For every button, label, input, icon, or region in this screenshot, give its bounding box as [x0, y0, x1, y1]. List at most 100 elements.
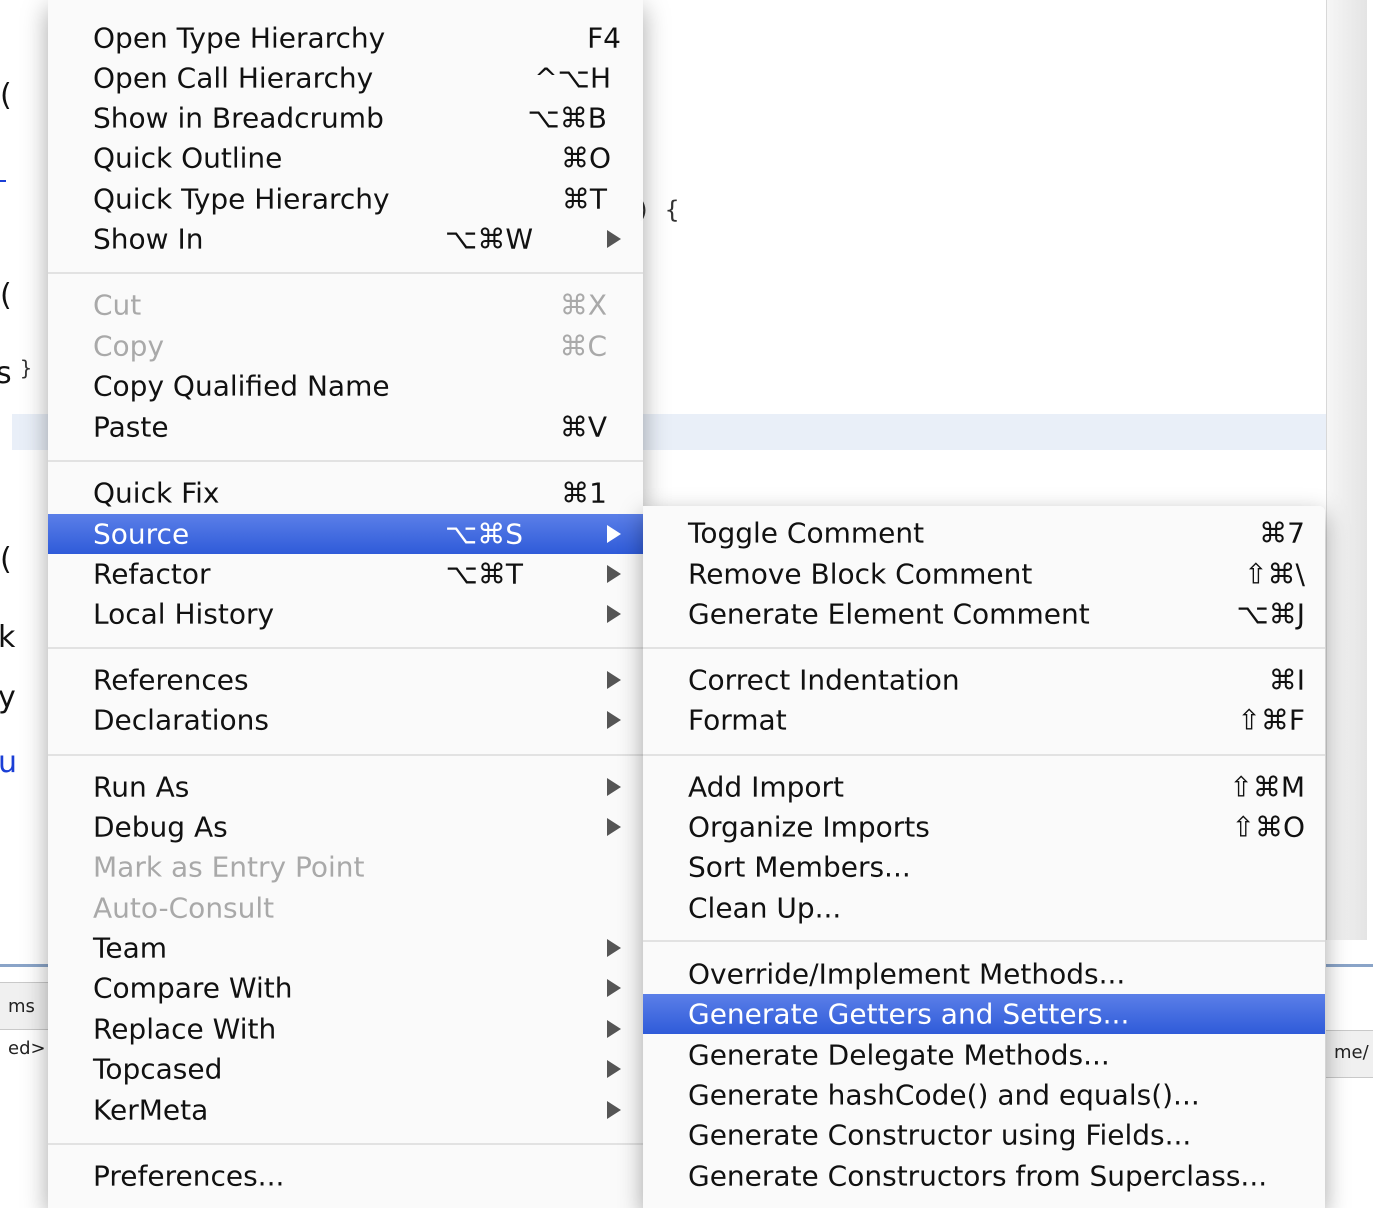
menu-item-copy[interactable]: Copy ⌘C — [48, 326, 643, 366]
panel-divider — [1326, 964, 1373, 967]
submenu-item-generate-hashcode-equals[interactable]: Generate hashCode() and equals()... — [643, 1075, 1325, 1115]
menu-item-label: Show in Breadcrumb — [93, 101, 384, 135]
link-underline — [0, 180, 6, 182]
menu-item-show-in[interactable]: Show In ⌥⌘W — [48, 219, 643, 259]
menu-item-label: Cut — [93, 288, 142, 322]
submenu-item-sort-members[interactable]: Sort Members... — [643, 847, 1325, 887]
menu-item-label: Auto-Consult — [93, 891, 275, 925]
menu-item-refactor[interactable]: Refactor ⌥⌘T — [48, 554, 643, 594]
menu-item-cut[interactable]: Cut ⌘X — [48, 285, 643, 325]
menu-item-auto-consult[interactable]: Auto-Consult — [48, 888, 643, 928]
menu-item-label: Local History — [93, 597, 275, 631]
menu-item-label: Clean Up... — [688, 891, 842, 925]
submenu-item-organize-imports[interactable]: Organize Imports ⇧⌘O — [643, 807, 1325, 847]
menu-item-shortcut: ⌘1 — [561, 476, 607, 510]
menu-item-replace-with[interactable]: Replace With — [48, 1009, 643, 1049]
menu-item-show-in-breadcrumb[interactable]: Show in Breadcrumb ⌥⌘B — [48, 98, 643, 138]
menu-item-open-type-hierarchy[interactable]: Open Type Hierarchy F4 — [48, 18, 643, 58]
menu-item-shortcut: ⌥⌘W — [445, 222, 533, 256]
submenu-item-generate-delegate-methods[interactable]: Generate Delegate Methods... — [643, 1035, 1325, 1075]
submenu-item-generate-element-comment[interactable]: Generate Element Comment ⌥⌘J — [643, 594, 1325, 634]
menu-item-declarations[interactable]: Declarations — [48, 700, 643, 740]
menu-item-open-call-hierarchy[interactable]: Open Call Hierarchy ^⌥H — [48, 58, 643, 98]
submenu-item-override-implement-methods[interactable]: Override/Implement Methods... — [643, 954, 1325, 994]
submenu-arrow-icon — [607, 711, 621, 729]
menu-item-shortcut: ⇧⌘O — [1231, 810, 1306, 844]
submenu-item-toggle-comment[interactable]: Toggle Comment ⌘7 — [643, 513, 1325, 553]
menu-item-shortcut: ⌥⌘J — [1236, 597, 1305, 631]
tab-label[interactable]: ms — [8, 996, 35, 1017]
editor-scroll-edge — [1326, 0, 1367, 940]
menu-item-local-history[interactable]: Local History — [48, 594, 643, 634]
menu-item-shortcut: ⇧⌘\ — [1244, 557, 1305, 591]
menu-item-label: Open Type Hierarchy — [93, 21, 386, 55]
menu-item-shortcut: ⇧⌘F — [1237, 703, 1305, 737]
menu-separator — [643, 754, 1325, 756]
menu-item-label: Correct Indentation — [688, 663, 960, 697]
menu-item-quick-fix[interactable]: Quick Fix ⌘1 — [48, 473, 643, 513]
menu-item-shortcut: F4 — [587, 21, 621, 55]
submenu-item-clean-up[interactable]: Clean Up... — [643, 888, 1325, 928]
submenu-item-generate-constructor-fields[interactable]: Generate Constructor using Fields... — [643, 1115, 1325, 1155]
menu-item-topcased[interactable]: Topcased — [48, 1049, 643, 1089]
menu-item-label: Override/Implement Methods... — [688, 957, 1126, 991]
menu-item-label: Generate Constructors from Superclass... — [688, 1159, 1268, 1193]
menu-item-label: References — [93, 663, 249, 697]
menu-separator — [643, 647, 1325, 649]
menu-item-quick-type-hierarchy[interactable]: Quick Type Hierarchy ⌘T — [48, 179, 643, 219]
menu-item-label: Declarations — [93, 703, 270, 737]
menu-item-label: Paste — [93, 410, 169, 444]
menu-item-shortcut: ⌘C — [559, 329, 607, 363]
menu-item-label: Run As — [93, 770, 190, 804]
menu-item-compare-with[interactable]: Compare With — [48, 968, 643, 1008]
menu-item-label: Remove Block Comment — [688, 557, 1033, 591]
submenu-item-add-import[interactable]: Add Import ⇧⌘M — [643, 767, 1325, 807]
text-fragment: ( — [0, 278, 12, 313]
menu-item-copy-qualified-name[interactable]: Copy Qualified Name — [48, 366, 643, 406]
menu-item-shortcut: ⌘X — [559, 288, 607, 322]
tab-label[interactable]: ed> — [8, 1038, 46, 1059]
menu-item-mark-as-entry-point[interactable]: Mark as Entry Point — [48, 847, 643, 887]
menu-item-team[interactable]: Team — [48, 928, 643, 968]
menu-item-label: Source — [93, 517, 190, 551]
submenu-item-format[interactable]: Format ⇧⌘F — [643, 700, 1325, 740]
menu-item-preferences[interactable]: Preferences... — [48, 1156, 643, 1196]
submenu-item-generate-constructors-superclass[interactable]: Generate Constructors from Superclass... — [643, 1156, 1325, 1196]
tab-label[interactable]: me/ — [1334, 1042, 1369, 1063]
submenu-item-correct-indentation[interactable]: Correct Indentation ⌘I — [643, 660, 1325, 700]
menu-item-label: KerMeta — [93, 1093, 209, 1127]
text-fragment: ( — [0, 78, 12, 113]
menu-item-quick-outline[interactable]: Quick Outline ⌘O — [48, 138, 643, 178]
submenu-arrow-icon — [607, 979, 621, 997]
menu-item-shortcut: ⌥⌘B — [527, 101, 607, 135]
menu-item-shortcut: ⌘I — [1268, 663, 1305, 697]
menu-item-label: Copy — [93, 329, 165, 363]
submenu-item-remove-block-comment[interactable]: Remove Block Comment ⇧⌘\ — [643, 554, 1325, 594]
menu-item-paste[interactable]: Paste ⌘V — [48, 407, 643, 447]
menu-item-label: Compare With — [93, 971, 293, 1005]
menu-separator — [48, 272, 643, 274]
menu-separator — [48, 754, 643, 756]
menu-item-run-as[interactable]: Run As — [48, 767, 643, 807]
submenu-arrow-icon — [607, 565, 621, 583]
menu-item-shortcut: ⌘O — [560, 141, 611, 175]
code-fragment-close: } — [20, 356, 33, 380]
submenu-arrow-icon — [607, 778, 621, 796]
menu-item-label: Open Call Hierarchy — [93, 61, 374, 95]
menu-separator — [48, 1143, 643, 1145]
menu-item-label: Generate Delegate Methods... — [688, 1038, 1110, 1072]
submenu-arrow-icon — [607, 1101, 621, 1119]
menu-item-label: Quick Type Hierarchy — [93, 182, 390, 216]
link-fragment[interactable]: u — [0, 745, 17, 780]
menu-item-references[interactable]: References — [48, 660, 643, 700]
submenu-item-generate-getters-setters[interactable]: Generate Getters and Setters... — [643, 994, 1325, 1034]
menu-item-source[interactable]: Source ⌥⌘S — [48, 514, 643, 554]
menu-item-debug-as[interactable]: Debug As — [48, 807, 643, 847]
menu-item-label: Replace With — [93, 1012, 277, 1046]
menu-item-kermeta[interactable]: KerMeta — [48, 1090, 643, 1130]
submenu-arrow-icon — [607, 1060, 621, 1078]
panel-divider — [0, 964, 48, 967]
submenu-arrow-icon — [607, 671, 621, 689]
menu-item-label: Generate Constructor using Fields... — [688, 1118, 1192, 1152]
menu-separator — [643, 940, 1325, 942]
